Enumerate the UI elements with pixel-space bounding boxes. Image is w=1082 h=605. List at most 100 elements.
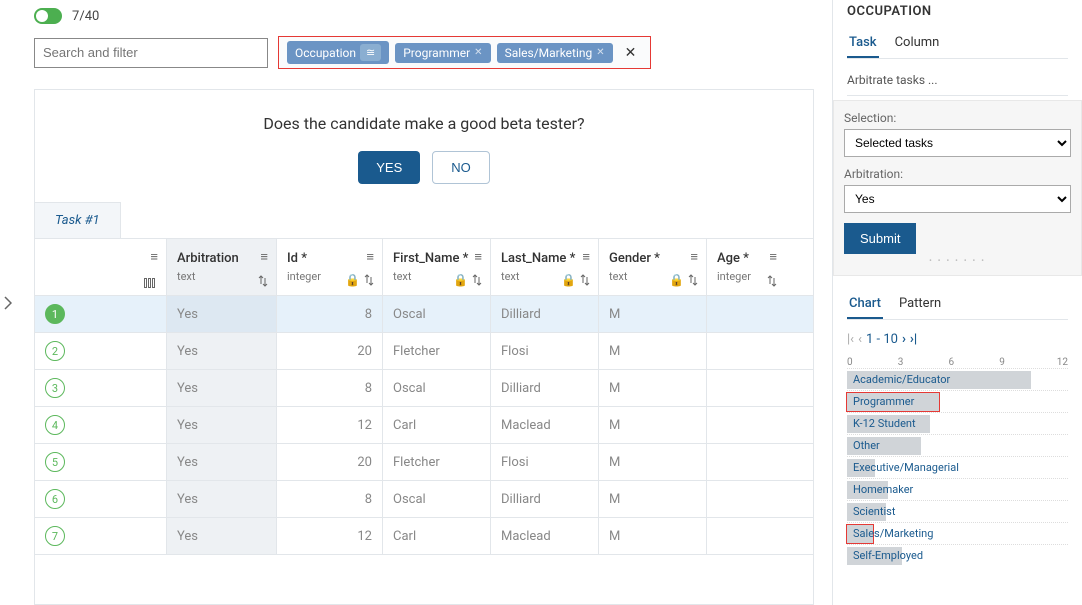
expand-panel-handle[interactable] [0,0,16,605]
cell-arbitration: Yes [167,518,277,554]
axis-tick: 0 [847,357,898,368]
cell-first-name: Carl [383,407,491,443]
cell-gender: M [599,518,707,554]
column-header[interactable]: Last_Name *text≡🔒 [491,239,599,295]
side-tab-task[interactable]: Task [847,29,879,58]
sort-icon[interactable] [580,274,590,286]
cell-id: 8 [277,481,383,517]
sort-icon[interactable] [472,274,482,286]
arbitration-label: Arbitration: [844,167,1071,181]
table-row[interactable]: 6Yes8OscalDilliardM [35,481,813,518]
chart-bar-row[interactable]: Self-Employed [847,544,1068,566]
column-header[interactable]: Id *integer≡🔒 [277,239,383,295]
clear-filter-icon[interactable]: ✕ [619,45,643,61]
row-number-badge[interactable]: 6 [45,489,65,509]
cell-first-name: Carl [383,518,491,554]
sort-icon[interactable] [767,275,777,287]
lock-icon: 🔒 [453,273,468,287]
cell-arbitration: Yes [167,370,277,406]
chart-bar-label: K-12 Student [853,417,916,430]
column-header[interactable]: ≡ [35,239,167,295]
pager-range: 1 - 10 [866,332,898,347]
cell-gender: M [599,333,707,369]
pager-first-icon[interactable]: |‹ [847,332,854,347]
cell-arbitration: Yes [167,296,277,332]
submit-button[interactable]: Submit [844,223,916,254]
resize-handle[interactable]: • • • • • • • [844,256,1071,265]
row-number-badge[interactable]: 5 [45,452,65,472]
chart-bar-row[interactable]: Homemaker [847,478,1068,500]
arbitration-select[interactable]: Yes [844,185,1071,213]
filter-toggle[interactable] [34,8,62,24]
cell-last-name: Dilliard [491,296,599,332]
task-tab[interactable]: Task #1 [35,202,121,238]
column-header[interactable]: Gender *text≡🔒 [599,239,707,295]
filter-value-chip[interactable]: Programmer✕ [395,43,490,63]
answer-no-button[interactable]: NO [432,151,490,184]
remove-chip-icon[interactable]: ✕ [474,47,482,58]
cell-gender: M [599,296,707,332]
table-row[interactable]: 7Yes12CarlMacleadM [35,518,813,555]
pager-prev-icon[interactable]: ‹ [858,332,862,347]
lock-icon: 🔒 [345,273,360,287]
side-tab-column[interactable]: Column [893,29,942,58]
record-count: 7/40 [72,9,99,24]
selection-label: Selection: [844,111,1071,125]
cell-gender: M [599,481,707,517]
chart-bar-row[interactable]: Programmer [847,390,1068,412]
search-input[interactable] [34,38,268,68]
lock-icon: 🔒 [669,273,684,287]
cell-first-name: Oscal [383,296,491,332]
cell-age [707,481,785,517]
columns-icon[interactable] [144,277,158,287]
chart-bar-row[interactable]: Sales/Marketing [847,522,1068,544]
cell-gender: M [599,407,707,443]
cell-first-name: Fletcher [383,333,491,369]
cell-id: 20 [277,333,383,369]
cell-first-name: Oscal [383,370,491,406]
cell-age [707,296,785,332]
cell-last-name: Flosi [491,444,599,480]
selection-select[interactable]: Selected tasks [844,129,1071,157]
cell-gender: M [599,370,707,406]
table-row[interactable]: 5Yes20FletcherFlosiM [35,444,813,481]
row-number-badge[interactable]: 7 [45,526,65,546]
cell-last-name: Flosi [491,333,599,369]
chart-bar-label: Sales/Marketing [853,527,933,540]
chart-pager: |‹ ‹ 1 - 10 › ›| [847,332,1068,347]
side-description: Arbitrate tasks ... [847,65,1068,96]
pager-next-icon[interactable]: › [902,332,906,347]
chart-bar-row[interactable]: K-12 Student [847,412,1068,434]
table-row[interactable]: 2Yes20FletcherFlosiM [35,333,813,370]
filter-field-chip[interactable]: Occupation ≅ [287,41,389,64]
side-tab-chart[interactable]: Chart [847,290,883,319]
remove-chip-icon[interactable]: ✕ [596,47,604,58]
side-tab-pattern[interactable]: Pattern [897,290,943,319]
cell-arbitration: Yes [167,407,277,443]
chart-bar-row[interactable]: Other [847,434,1068,456]
filter-operator: ≅ [360,44,381,61]
chart-bar-row[interactable]: Academic/Educator [847,368,1068,390]
row-number-badge[interactable]: 3 [45,378,65,398]
column-header[interactable]: Age *integer≡ [707,239,785,295]
chart-bar-row[interactable]: Executive/Managerial [847,456,1068,478]
side-title: OCCUPATION [847,4,1068,19]
column-header[interactable]: First_Name *text≡🔒 [383,239,491,295]
sort-icon[interactable] [364,274,374,286]
row-number-badge[interactable]: 4 [45,415,65,435]
task-question: Does the candidate make a good beta test… [35,90,813,141]
table-row[interactable]: 3Yes8OscalDilliardM [35,370,813,407]
answer-yes-button[interactable]: YES [358,151,420,184]
sort-icon[interactable] [688,274,698,286]
filter-value-chip[interactable]: Sales/Marketing✕ [497,43,613,63]
table-row[interactable]: 1Yes8OscalDilliardM [35,296,813,333]
sort-icon[interactable] [258,275,268,287]
chart-bar-row[interactable]: Scientist [847,500,1068,522]
table-row[interactable]: 4Yes12CarlMacleadM [35,407,813,444]
row-number-badge[interactable]: 1 [45,304,65,324]
column-header[interactable]: Arbitrationtext≡ [167,239,277,295]
pager-last-icon[interactable]: ›| [910,332,917,347]
axis-tick: 6 [949,357,1000,368]
row-number-badge[interactable]: 2 [45,341,65,361]
cell-last-name: Maclead [491,518,599,554]
